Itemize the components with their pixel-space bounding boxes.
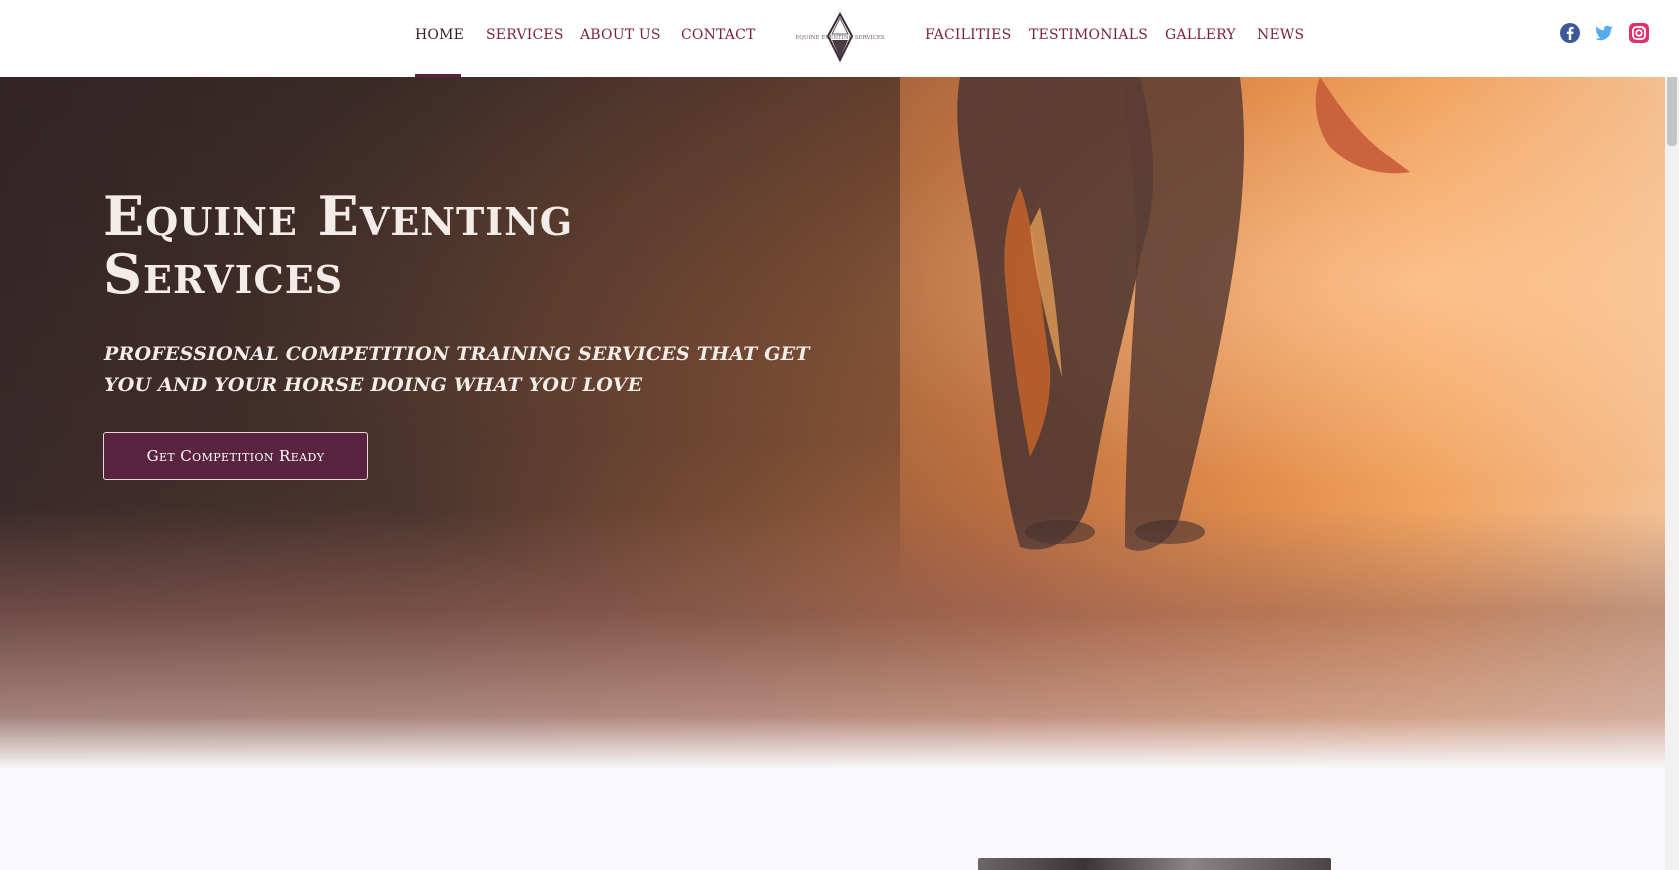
nav-testimonials[interactable]: TESTIMONIALS [1029,27,1148,51]
nav-contact[interactable]: CONTACT [681,27,756,51]
nav-gallery[interactable]: GALLERY [1165,27,1236,51]
horse-legs-image [940,77,1500,577]
hero-ground [0,507,1679,769]
logo-icon: EQUINE EVENTING SERVICES [795,12,885,62]
section-image-preview [978,858,1331,870]
get-competition-ready-button[interactable]: Get Competition Ready [103,432,368,480]
nav-services[interactable]: SERVICES [486,27,564,51]
hero-subtitle: PROFESSIONAL COMPETITION TRAINING SERVIC… [104,343,810,396]
nav-home[interactable]: HOME [415,27,464,51]
nav-news[interactable]: NEWS [1257,27,1304,51]
active-nav-indicator [415,74,461,77]
twitter-icon[interactable] [1593,22,1615,44]
instagram-icon[interactable] [1628,22,1650,44]
nav-facilities[interactable]: FACILITIES [925,27,1011,51]
hero-title: Equine Eventing Services [103,184,574,306]
nav-about-us[interactable]: ABOUT US [580,27,661,51]
hero-section: Equine Eventing Services PROFESSIONAL CO… [0,77,1679,769]
logo-text: EQUINE EVENTING SERVICES [795,35,885,41]
site-logo[interactable]: EQUINE EVENTING SERVICES [786,12,894,62]
site-header: HOME SERVICES ABOUT US CONTACT EQUINE EV… [0,0,1679,77]
facebook-icon[interactable] [1559,22,1581,44]
